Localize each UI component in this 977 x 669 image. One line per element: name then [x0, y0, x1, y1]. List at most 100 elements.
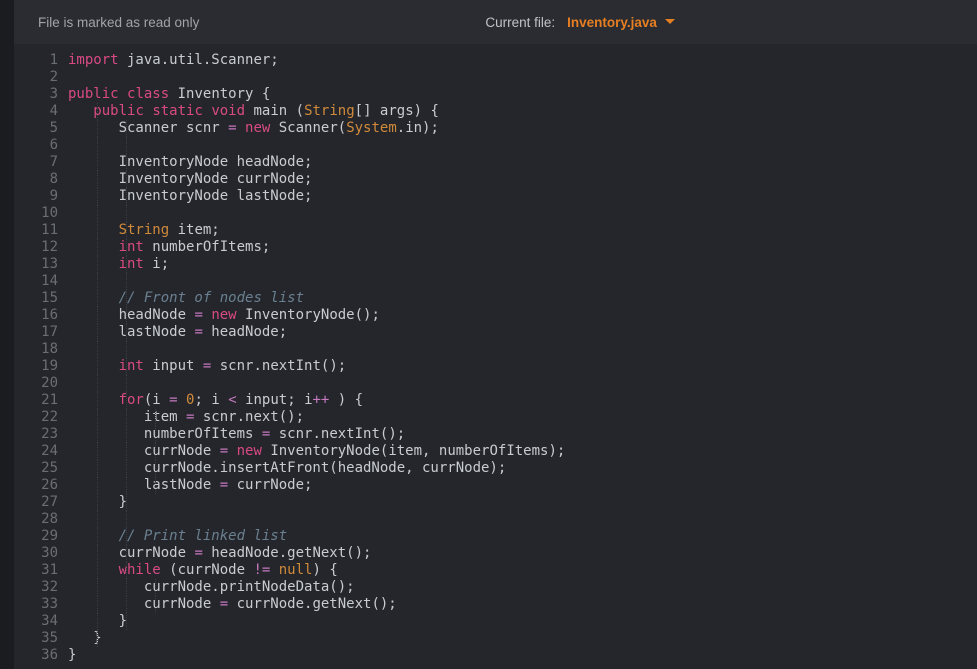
- indent-guide: [126, 443, 127, 460]
- app-wrapper: File is marked as read only Current file…: [0, 0, 977, 669]
- indent-guide: [126, 392, 127, 409]
- indent-guide: [97, 307, 98, 324]
- indent-guide: [97, 171, 98, 188]
- code-line[interactable]: String item;: [68, 222, 977, 239]
- editor-panel: File is marked as read only Current file…: [14, 0, 977, 669]
- indent-guide: [126, 256, 127, 273]
- code-line[interactable]: public class Inventory {: [68, 86, 977, 103]
- line-number: 30: [14, 545, 58, 562]
- code-line[interactable]: [68, 511, 977, 528]
- line-number: 16: [14, 307, 58, 324]
- code-line[interactable]: }: [68, 494, 977, 511]
- code-line[interactable]: InventoryNode lastNode;: [68, 188, 977, 205]
- indent-guide: [155, 579, 156, 596]
- indent-guide: [97, 205, 98, 222]
- indent-guide: [97, 273, 98, 290]
- code-line[interactable]: import java.util.Scanner;: [68, 52, 977, 69]
- line-number: 18: [14, 341, 58, 358]
- indent-guide: [126, 120, 127, 137]
- indent-guide: [126, 613, 127, 630]
- code-line[interactable]: currNode = new InventoryNode(item, numbe…: [68, 443, 977, 460]
- code-line[interactable]: InventoryNode currNode;: [68, 171, 977, 188]
- code-line[interactable]: lastNode = headNode;: [68, 324, 977, 341]
- indent-guide: [97, 579, 98, 596]
- code-area[interactable]: import java.util.Scanner; public class In…: [68, 52, 977, 669]
- code-line-content: public class Inventory {: [68, 86, 270, 102]
- code-line[interactable]: // Print linked list: [68, 528, 977, 545]
- indent-guide: [97, 222, 98, 239]
- line-number: 19: [14, 358, 58, 375]
- indent-guide: [126, 273, 127, 290]
- code-line-content: // Front of nodes list: [68, 290, 304, 306]
- code-line[interactable]: [68, 273, 977, 290]
- indent-guide: [97, 477, 98, 494]
- line-number: 27: [14, 494, 58, 511]
- code-line-content: for(i = 0; i < input; i++ ) {: [68, 392, 363, 408]
- code-line[interactable]: [68, 137, 977, 154]
- code-line[interactable]: }: [68, 630, 977, 647]
- code-line[interactable]: currNode.insertAtFront(headNode, currNod…: [68, 460, 977, 477]
- line-number: 11: [14, 222, 58, 239]
- indent-guide: [126, 426, 127, 443]
- code-line[interactable]: int input = scnr.nextInt();: [68, 358, 977, 375]
- code-line[interactable]: currNode = currNode.getNext();: [68, 596, 977, 613]
- code-line[interactable]: item = scnr.next();: [68, 409, 977, 426]
- indent-guide: [126, 579, 127, 596]
- line-number: 34: [14, 613, 58, 630]
- indent-guide: [126, 545, 127, 562]
- code-line[interactable]: InventoryNode headNode;: [68, 154, 977, 171]
- code-editor[interactable]: 1234567891011121314151617181920212223242…: [14, 44, 977, 669]
- line-number-gutter: 1234567891011121314151617181920212223242…: [14, 52, 68, 669]
- code-line[interactable]: }: [68, 613, 977, 630]
- line-number: 12: [14, 239, 58, 256]
- line-number: 13: [14, 256, 58, 273]
- indent-guide: [155, 460, 156, 477]
- line-number: 29: [14, 528, 58, 545]
- code-line[interactable]: [68, 205, 977, 222]
- indent-guide: [97, 239, 98, 256]
- indent-guide: [97, 613, 98, 630]
- line-number: 7: [14, 154, 58, 171]
- indent-guide: [126, 205, 127, 222]
- indent-guide: [97, 630, 98, 647]
- indent-guide: [126, 562, 127, 579]
- code-line[interactable]: // Front of nodes list: [68, 290, 977, 307]
- indent-guide: [126, 324, 127, 341]
- code-line-content: currNode.printNodeData();: [68, 579, 355, 595]
- code-line[interactable]: Scanner scnr = new Scanner(System.in);: [68, 120, 977, 137]
- indent-guide: [126, 409, 127, 426]
- indent-guide: [97, 528, 98, 545]
- code-line[interactable]: currNode.printNodeData();: [68, 579, 977, 596]
- indent-guide: [97, 426, 98, 443]
- code-line[interactable]: headNode = new InventoryNode();: [68, 307, 977, 324]
- indent-guide: [126, 154, 127, 171]
- code-line[interactable]: int numberOfItems;: [68, 239, 977, 256]
- code-line[interactable]: int i;: [68, 256, 977, 273]
- indent-guide: [155, 409, 156, 426]
- line-number: 10: [14, 205, 58, 222]
- code-line[interactable]: }: [68, 647, 977, 664]
- line-number: 28: [14, 511, 58, 528]
- indent-guide: [126, 528, 127, 545]
- code-line-content: int numberOfItems;: [68, 239, 270, 255]
- current-file-dropdown[interactable]: Inventory.java: [567, 15, 675, 30]
- code-line[interactable]: while (currNode != null) {: [68, 562, 977, 579]
- code-line[interactable]: currNode = headNode.getNext();: [68, 545, 977, 562]
- code-line-content: item = scnr.next();: [68, 409, 304, 425]
- indent-guide: [97, 596, 98, 613]
- code-line[interactable]: public static void main (String[] args) …: [68, 103, 977, 120]
- code-line-content: numberOfItems = scnr.nextInt();: [68, 426, 405, 442]
- line-number: 4: [14, 103, 58, 120]
- code-line[interactable]: lastNode = currNode;: [68, 477, 977, 494]
- indent-guide: [97, 392, 98, 409]
- line-number: 24: [14, 443, 58, 460]
- indent-guide: [126, 477, 127, 494]
- code-line[interactable]: [68, 69, 977, 86]
- line-number: 17: [14, 324, 58, 341]
- code-line[interactable]: [68, 375, 977, 392]
- code-line[interactable]: [68, 341, 977, 358]
- line-number: 31: [14, 562, 58, 579]
- editor-header: File is marked as read only Current file…: [14, 0, 977, 44]
- code-line[interactable]: numberOfItems = scnr.nextInt();: [68, 426, 977, 443]
- code-line[interactable]: for(i = 0; i < input; i++ ) {: [68, 392, 977, 409]
